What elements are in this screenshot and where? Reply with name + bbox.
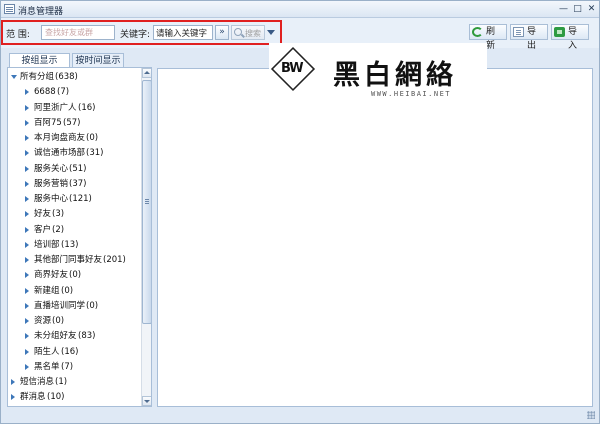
maximize-button[interactable]: □ — [571, 3, 584, 15]
tree-item-count: (3) — [52, 209, 65, 220]
tree-item-label: 服务关心 — [34, 163, 69, 174]
tree-item-label: 所有分组 — [20, 72, 55, 82]
tree-item-label: 客户 — [34, 224, 52, 235]
minimize-button[interactable]: — — [557, 3, 570, 15]
window-title: 消息管理器 — [18, 7, 64, 17]
tree-item-label: 6688 — [34, 87, 56, 98]
collapse-triangle-icon[interactable] — [11, 394, 15, 401]
tree-item-count: (0) — [52, 316, 65, 326]
collapse-triangle-icon[interactable] — [25, 135, 29, 141]
collapse-triangle-icon[interactable] — [25, 363, 29, 370]
tree-item-count: (0) — [61, 285, 74, 296]
tree-item-label: 黑名单 — [34, 361, 60, 372]
tree-item-label: 直播培训同学 — [34, 300, 86, 311]
tree-scrollbar[interactable] — [141, 68, 151, 406]
status-bar — [1, 407, 599, 423]
tree-item-label: 其他部门同事好友 — [34, 255, 103, 265]
tree-item-label: 诚信通市场部 — [34, 148, 86, 159]
resize-grip-icon[interactable] — [587, 411, 595, 419]
tree-item-label: 资源 — [34, 316, 52, 326]
collapse-triangle-icon[interactable] — [25, 272, 29, 279]
collapse-triangle-icon[interactable] — [25, 226, 29, 233]
title-bar[interactable]: 消息管理器 — □ ✕ — [1, 1, 599, 18]
collapse-triangle-icon[interactable] — [25, 318, 29, 324]
tree-item-count: (13) — [61, 239, 79, 250]
tree-item-label: 好友 — [34, 209, 52, 220]
highlight-annotation-box — [1, 20, 282, 45]
tree-item-label: 服务营销 — [34, 178, 69, 189]
tree-item-count: (638) — [55, 72, 78, 82]
collapse-triangle-icon[interactable] — [25, 241, 29, 248]
tree-item-count: (0) — [86, 133, 99, 143]
tree-item-count: (201) — [103, 255, 126, 265]
group-tree: 所有分组 (638) 6688 (7) 阿里浙广人 (16) 百阿75 (57) 本月询盘商友(… — [7, 67, 152, 407]
import-button[interactable]: 导入 — [551, 24, 589, 51]
collapse-triangle-icon[interactable] — [25, 211, 29, 218]
tree-item-label: 培训部 — [34, 239, 60, 250]
tree-item-count: (0) — [86, 300, 99, 311]
tree-item-label: 群消息 — [20, 392, 46, 403]
tree-item-count: (7) — [61, 361, 74, 372]
collapse-triangle-icon[interactable] — [25, 348, 29, 355]
tree-item-count: (31) — [86, 148, 104, 159]
tree-item-label: 陌生人 — [34, 346, 60, 357]
tree-item-count: (16) — [61, 346, 79, 357]
watermark-brand: 黑白網絡 — [333, 60, 457, 91]
collapse-triangle-icon[interactable] — [25, 89, 29, 96]
tree-item-count: (83) — [78, 331, 96, 342]
refresh-icon — [472, 27, 483, 37]
close-button[interactable]: ✕ — [585, 3, 598, 15]
scroll-down-arrow-icon[interactable] — [142, 396, 151, 406]
app-icon — [4, 4, 15, 14]
tree-item-count: (1) — [55, 377, 68, 387]
export-label: 导出 — [527, 27, 537, 51]
collapse-triangle-icon[interactable] — [25, 333, 29, 340]
export-icon — [513, 27, 524, 37]
expand-triangle-icon[interactable] — [11, 75, 17, 79]
collapse-triangle-icon[interactable] — [25, 104, 29, 111]
tree-item-count: (0) — [69, 270, 82, 281]
tree-item-label: 商界好友 — [34, 270, 69, 281]
tree-item-label: 本月询盘商友 — [34, 133, 86, 143]
import-label: 导入 — [568, 27, 578, 51]
tree-item-count: (57) — [63, 117, 81, 128]
collapse-triangle-icon[interactable] — [25, 196, 29, 202]
collapse-triangle-icon[interactable] — [25, 165, 29, 172]
tree-item-label: 未分组好友 — [34, 331, 77, 342]
tree-item-label: 服务中心 — [34, 194, 69, 204]
tree-item-label: 百阿75 — [34, 117, 62, 128]
tree-item-count: (121) — [69, 194, 92, 204]
collapse-triangle-icon[interactable] — [25, 119, 29, 126]
tree-item-label: 新建组 — [34, 285, 60, 296]
scroll-up-arrow-icon[interactable] — [142, 68, 151, 78]
tree-item-count: (7) — [57, 87, 70, 98]
tree-item-count: (10) — [47, 392, 65, 403]
watermark-logo-text: BW — [281, 61, 304, 76]
tree-item-count: (2) — [52, 224, 65, 235]
tree-item-count: (51) — [69, 163, 87, 174]
scrollbar-thumb[interactable] — [142, 80, 151, 324]
export-button[interactable]: 导出 — [510, 24, 548, 51]
collapse-triangle-icon[interactable] — [25, 150, 29, 157]
collapse-triangle-icon[interactable] — [25, 302, 29, 309]
tab-by-time[interactable]: 按时间显示 — [72, 53, 124, 68]
refresh-button[interactable]: 刷新 — [469, 24, 507, 51]
collapse-triangle-icon[interactable] — [25, 257, 29, 263]
group-panel: 按组显示 按时间显示 所有分组 (638) 6688 (7) 阿里浙广人 (16) 百阿75… — [7, 51, 152, 407]
tree-item-label: 短信消息 — [20, 377, 55, 387]
collapse-triangle-icon[interactable] — [11, 379, 15, 385]
watermark: BW 黑白網絡 WWW.HEIBAI.NET — [269, 43, 487, 105]
collapse-triangle-icon[interactable] — [25, 180, 29, 187]
tree-item-label: 阿里浙广人 — [34, 102, 77, 113]
refresh-label: 刷新 — [486, 27, 496, 51]
tree-item-count: (16) — [78, 102, 96, 113]
watermark-url: WWW.HEIBAI.NET — [371, 90, 452, 98]
message-manager-window: 消息管理器 — □ ✕ 范 围: 关键字: » 搜索 刷新 导出 导入 按组显示… — [0, 0, 600, 424]
tree-item-count: (37) — [69, 178, 87, 189]
collapse-triangle-icon[interactable] — [25, 287, 29, 294]
message-content-area — [157, 68, 593, 407]
import-icon — [554, 27, 565, 37]
